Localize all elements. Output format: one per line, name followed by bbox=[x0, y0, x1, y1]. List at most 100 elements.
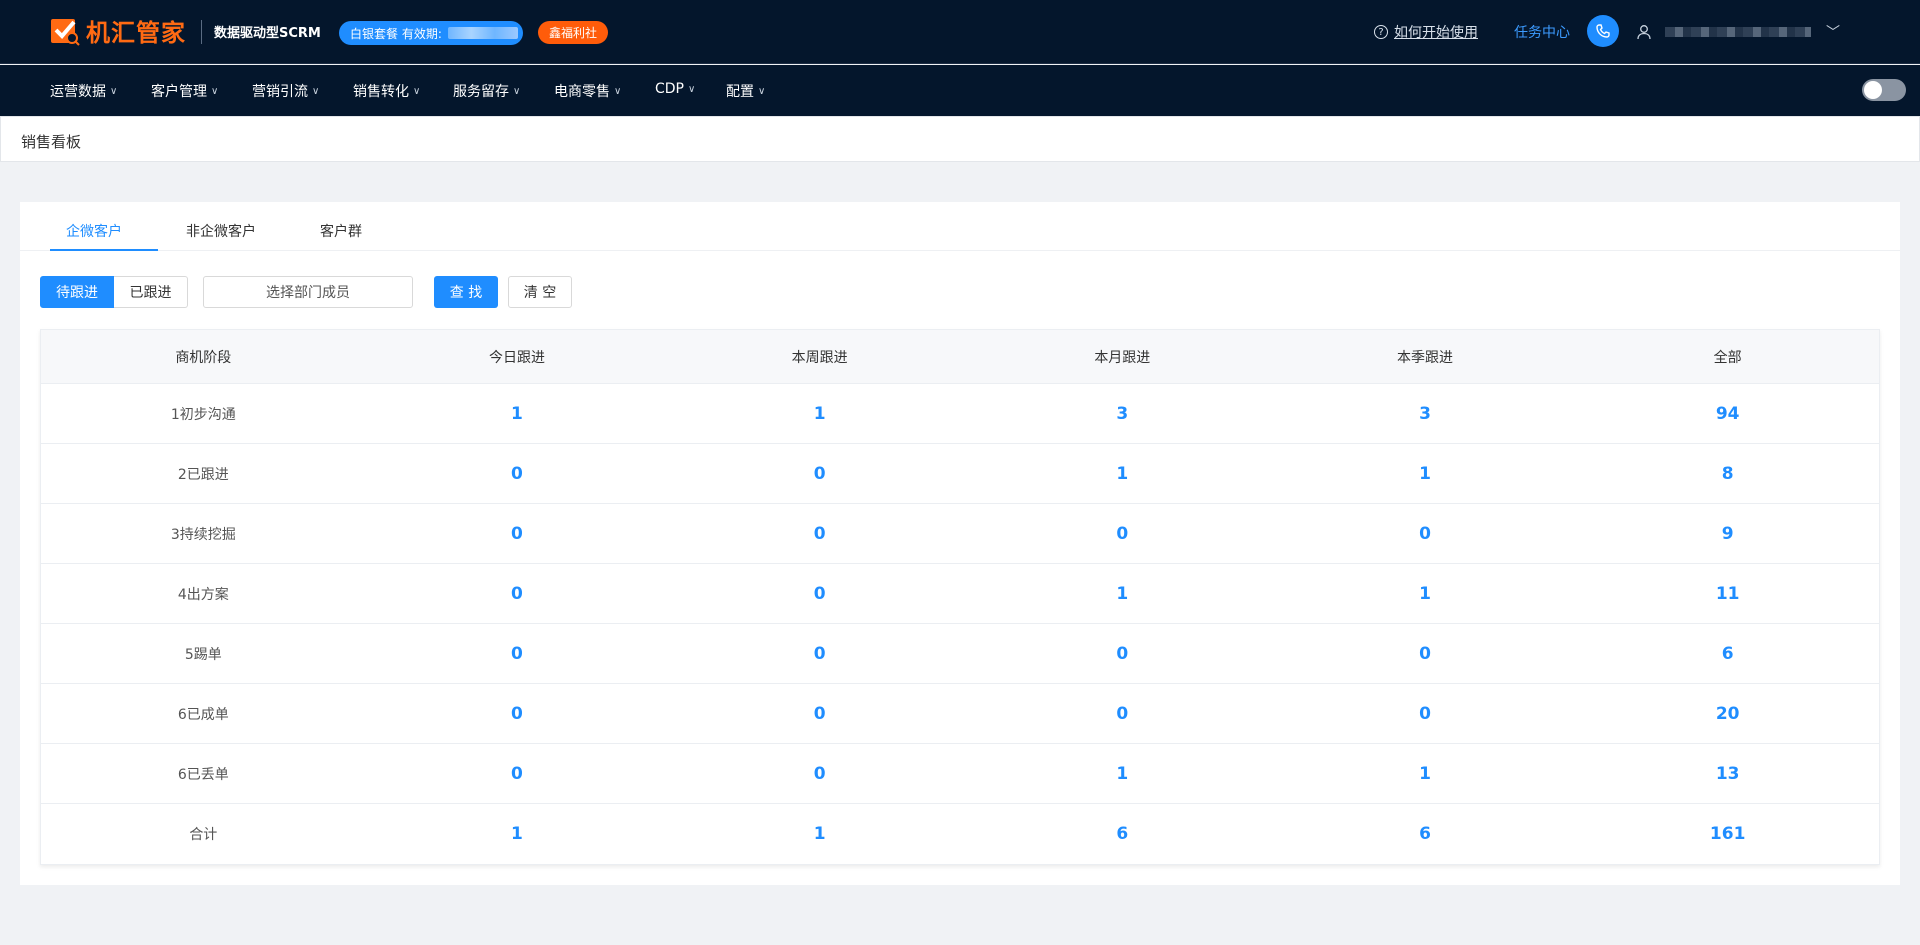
nav-item-sales[interactable]: 销售转化 ∨ bbox=[353, 81, 420, 101]
count-cell: 1 bbox=[1274, 464, 1577, 484]
tab-customer-groups[interactable]: 客户群 bbox=[320, 221, 362, 241]
count-link[interactable]: 0 bbox=[1116, 704, 1128, 724]
count-link[interactable]: 0 bbox=[814, 464, 826, 484]
count-link[interactable]: 94 bbox=[1716, 404, 1740, 424]
count-cell: 0 bbox=[971, 524, 1274, 544]
logo[interactable]: 机汇管家 bbox=[50, 13, 186, 48]
count-link[interactable]: 6 bbox=[1722, 644, 1734, 664]
question-icon: ? bbox=[1374, 25, 1388, 39]
nav-label: 销售转化 bbox=[353, 84, 409, 100]
stage-cell: 5踢单 bbox=[184, 646, 222, 663]
count-link[interactable]: 0 bbox=[511, 764, 523, 784]
table-row: 6已成单 0 0 0 0 20 bbox=[41, 684, 1879, 744]
pending-button[interactable]: 待跟进 bbox=[40, 276, 114, 308]
count-cell: 0 bbox=[668, 644, 971, 664]
clear-button[interactable]: 清 空 bbox=[508, 276, 572, 308]
count-link[interactable]: 0 bbox=[814, 524, 826, 544]
tab-non-wecom-customers[interactable]: 非企微客户 bbox=[186, 221, 256, 241]
count-cell: 1 bbox=[366, 404, 669, 424]
help-link[interactable]: ? 如何开始使用 bbox=[1374, 22, 1478, 42]
count-cell: 161 bbox=[1576, 824, 1879, 844]
count-link[interactable]: 1 bbox=[814, 824, 826, 844]
tab-wecom-customers[interactable]: 企微客户 bbox=[66, 221, 122, 241]
nav-item-cdp[interactable]: CDP ∨ bbox=[655, 81, 695, 97]
count-cell: 0 bbox=[366, 584, 669, 604]
count-link[interactable]: 1 bbox=[1116, 464, 1128, 484]
count-link[interactable]: 1 bbox=[1419, 464, 1431, 484]
count-cell: 9 bbox=[1576, 524, 1879, 544]
count-link[interactable]: 1 bbox=[1116, 764, 1128, 784]
welfare-badge[interactable]: 鑫福利社 bbox=[538, 21, 608, 44]
count-link[interactable]: 1 bbox=[1419, 584, 1431, 604]
count-link[interactable]: 0 bbox=[511, 584, 523, 604]
count-link[interactable]: 20 bbox=[1716, 704, 1740, 724]
count-link[interactable]: 3 bbox=[1116, 404, 1128, 424]
count-link[interactable]: 161 bbox=[1710, 824, 1746, 844]
count-link[interactable]: 1 bbox=[1419, 764, 1431, 784]
count-cell: 0 bbox=[668, 584, 971, 604]
plan-badge[interactable]: 白银套餐 有效期: bbox=[339, 21, 523, 45]
username-redacted[interactable] bbox=[1665, 27, 1811, 37]
count-cell: 8 bbox=[1576, 464, 1879, 484]
count-link[interactable]: 0 bbox=[1419, 524, 1431, 544]
count-cell: 6 bbox=[971, 824, 1274, 844]
count-cell: 0 bbox=[668, 464, 971, 484]
nav-item-ecommerce[interactable]: 电商零售 ∨ bbox=[554, 81, 621, 101]
active-tab-indicator bbox=[50, 249, 158, 251]
search-button[interactable]: 查 找 bbox=[434, 276, 498, 308]
followed-button[interactable]: 已跟进 bbox=[114, 276, 188, 308]
count-cell: 0 bbox=[366, 464, 669, 484]
count-link[interactable]: 13 bbox=[1716, 764, 1740, 784]
count-link[interactable]: 0 bbox=[814, 644, 826, 664]
count-link[interactable]: 0 bbox=[511, 524, 523, 544]
count-link[interactable]: 0 bbox=[1116, 524, 1128, 544]
product-subtitle: 数据驱动型SCRM bbox=[214, 26, 321, 41]
count-link[interactable]: 3 bbox=[1419, 404, 1431, 424]
count-cell: 0 bbox=[366, 764, 669, 784]
count-cell: 1 bbox=[971, 764, 1274, 784]
count-link[interactable]: 9 bbox=[1722, 524, 1734, 544]
nav-item-config[interactable]: 配置 ∨ bbox=[726, 81, 765, 101]
count-link[interactable]: 0 bbox=[1419, 644, 1431, 664]
count-link[interactable]: 1 bbox=[814, 404, 826, 424]
column-header: 本月跟进 bbox=[1094, 349, 1151, 366]
count-link[interactable]: 1 bbox=[511, 404, 523, 424]
count-cell: 0 bbox=[971, 644, 1274, 664]
count-link[interactable]: 0 bbox=[814, 704, 826, 724]
count-link[interactable]: 1 bbox=[511, 824, 523, 844]
theme-toggle[interactable] bbox=[1862, 79, 1906, 101]
count-link[interactable]: 6 bbox=[1419, 824, 1431, 844]
count-link[interactable]: 0 bbox=[814, 584, 826, 604]
help-label: 如何开始使用 bbox=[1394, 25, 1478, 41]
count-cell: 0 bbox=[366, 644, 669, 664]
chevron-down-icon: ∨ bbox=[513, 85, 521, 97]
phone-icon bbox=[1596, 24, 1610, 38]
count-link[interactable]: 0 bbox=[511, 644, 523, 664]
count-link[interactable]: 6 bbox=[1116, 824, 1128, 844]
nav-item-customers[interactable]: 客户管理 ∨ bbox=[151, 81, 218, 101]
count-cell: 20 bbox=[1576, 704, 1879, 724]
user-icon[interactable] bbox=[1637, 24, 1651, 40]
nav-item-service[interactable]: 服务留存 ∨ bbox=[453, 81, 520, 101]
count-cell: 1 bbox=[366, 824, 669, 844]
nav-item-operations[interactable]: 运营数据 ∨ bbox=[50, 81, 117, 101]
count-link[interactable]: 0 bbox=[1116, 644, 1128, 664]
tab-bar: 企微客户 非企微客户 客户群 bbox=[20, 202, 1900, 251]
phone-button[interactable] bbox=[1587, 15, 1619, 47]
department-member-select[interactable]: 选择部门成员 bbox=[203, 276, 413, 308]
count-link[interactable]: 11 bbox=[1716, 584, 1740, 604]
task-center-link[interactable]: 任务中心 bbox=[1514, 22, 1570, 42]
chevron-down-icon[interactable]: ﹀ bbox=[1826, 22, 1840, 42]
plan-expiry-redacted bbox=[447, 27, 518, 39]
count-link[interactable]: 0 bbox=[511, 704, 523, 724]
count-link[interactable]: 0 bbox=[1419, 704, 1431, 724]
count-link[interactable]: 0 bbox=[814, 764, 826, 784]
count-link[interactable]: 1 bbox=[1116, 584, 1128, 604]
count-cell: 3 bbox=[1274, 404, 1577, 424]
column-header: 本周跟进 bbox=[791, 349, 848, 366]
nav-item-marketing[interactable]: 营销引流 ∨ bbox=[252, 81, 319, 101]
count-link[interactable]: 0 bbox=[511, 464, 523, 484]
count-link[interactable]: 8 bbox=[1722, 464, 1734, 484]
stage-cell: 4出方案 bbox=[177, 586, 229, 603]
table-row: 合计 1 1 6 6 161 bbox=[41, 804, 1879, 864]
